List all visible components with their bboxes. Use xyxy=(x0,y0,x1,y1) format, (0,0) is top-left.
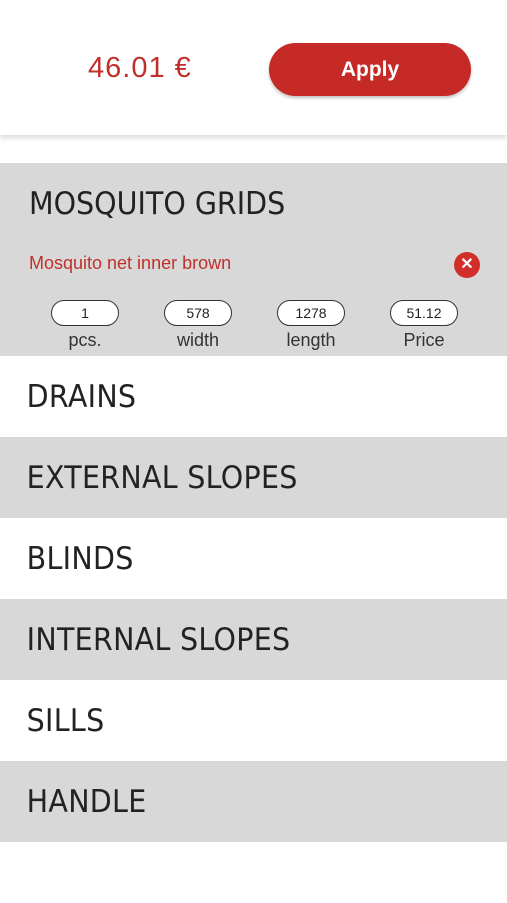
length-caption: length xyxy=(286,330,336,350)
category-label: BLINDS xyxy=(26,540,134,577)
price-caption: Price xyxy=(403,330,445,350)
category-label: INTERNAL SLOPES xyxy=(26,621,291,658)
width-field: 578 width xyxy=(148,300,248,351)
category-external-slopes[interactable]: EXTERNAL SLOPES xyxy=(0,437,507,518)
quantity-caption: pcs. xyxy=(68,330,102,350)
category-drains[interactable]: DRAINS xyxy=(0,356,507,437)
total-price: 46.01 € xyxy=(88,52,192,84)
category-mosquito-grids[interactable]: MOSQUITO GRIDS Mosquito net inner brown … xyxy=(0,163,507,356)
category-blinds[interactable]: BLINDS xyxy=(0,518,507,599)
width-input[interactable]: 578 xyxy=(164,300,232,326)
apply-button[interactable]: Apply xyxy=(269,43,471,96)
category-label: SILLS xyxy=(26,702,105,739)
price-header: 46.01 € Apply xyxy=(0,0,507,135)
category-label: MOSQUITO GRIDS xyxy=(29,186,286,222)
category-handle[interactable]: HANDLE xyxy=(0,761,507,842)
price-field: 51.12 Price xyxy=(374,300,474,351)
category-label: DRAINS xyxy=(26,378,137,415)
category-sills[interactable]: SILLS xyxy=(0,680,507,761)
quantity-field: 1 pcs. xyxy=(35,300,135,351)
list-footer xyxy=(0,842,507,903)
category-label: EXTERNAL SLOPES xyxy=(26,459,298,496)
length-input[interactable]: 1278 xyxy=(277,300,345,326)
category-internal-slopes[interactable]: INTERNAL SLOPES xyxy=(0,599,507,680)
close-circle-icon[interactable]: ✕ xyxy=(454,252,480,278)
quantity-input[interactable]: 1 xyxy=(51,300,119,326)
width-caption: width xyxy=(176,330,220,350)
selected-item-name: Mosquito net inner brown xyxy=(29,253,232,273)
length-field: 1278 length xyxy=(261,300,361,351)
price-input[interactable]: 51.12 xyxy=(390,300,458,326)
category-list: MOSQUITO GRIDS Mosquito net inner brown … xyxy=(0,163,507,903)
category-label: HANDLE xyxy=(26,783,147,820)
